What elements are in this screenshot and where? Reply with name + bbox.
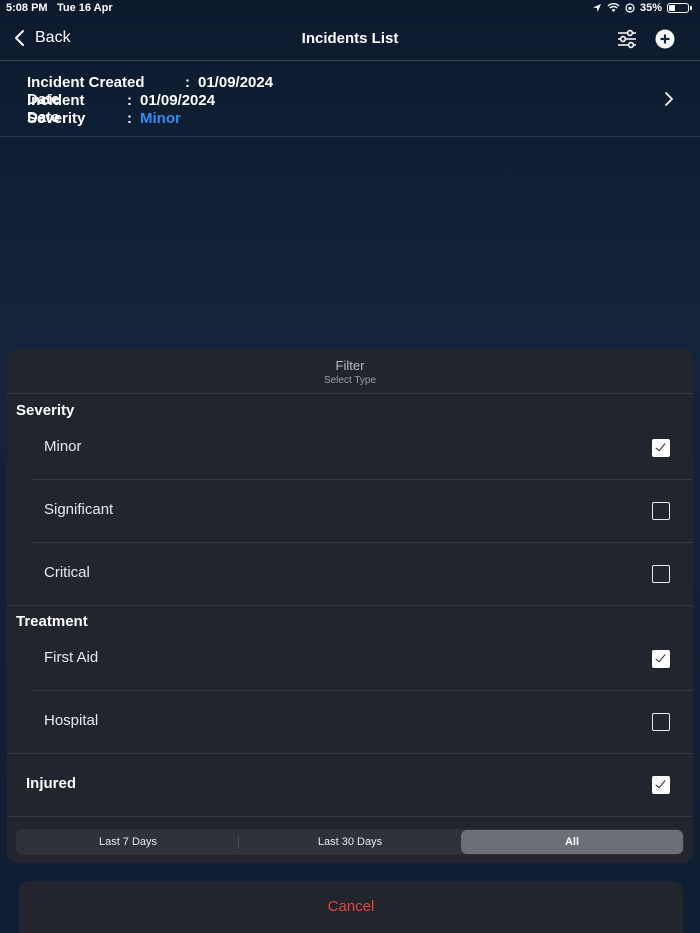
filter-option-hospital[interactable]: Hospital [7,691,693,754]
filter-option-significant[interactable]: Significant [32,480,693,543]
filter-option-first-aid[interactable]: First Aid [32,628,693,691]
battery-tip [690,6,692,10]
filter-option-minor[interactable]: Minor [32,417,693,480]
battery-icon [667,3,689,13]
segment-last-30-days[interactable]: Last 30 Days [239,830,461,854]
segment-last-7-days[interactable]: Last 7 Days [17,830,239,854]
hospital-checkbox[interactable] [652,713,670,731]
status-bar: 5:08 PM Tue 16 Apr 35% [0,0,700,18]
colon-separator: : [127,110,132,127]
option-label: First Aid [44,649,99,666]
option-label: Critical [44,564,90,581]
battery-level [669,5,675,11]
location-arrow-icon [592,4,601,12]
severity-label: Severity [27,110,86,127]
option-label: Minor [44,438,82,455]
status-date: Tue 16 Apr [57,2,113,14]
severity-value: Minor [140,110,181,127]
significant-checkbox[interactable] [652,502,670,520]
option-label: Significant [44,501,114,518]
filter-sheet-header: Filter Select Type [7,349,693,394]
minor-checkbox[interactable] [652,439,670,457]
incident-severity-line: Severity : Minor [27,110,181,127]
navigation-bar: Back Incidents List [0,18,700,61]
filter-option-critical[interactable]: Critical [7,543,693,606]
filter-title: Filter [335,358,365,373]
battery-percent: 35% [639,2,662,14]
wifi-icon [607,3,620,12]
filter-option-injured[interactable]: Injured [7,754,693,817]
filter-subtitle: Select Type [323,375,377,386]
status-time: 5:08 PM [6,2,48,14]
chevron-right-icon [665,92,673,106]
filter-sliders-icon[interactable] [616,28,638,50]
cancel-button[interactable]: Cancel [19,881,683,933]
orientation-lock-icon [625,3,635,13]
first-aid-checkbox[interactable] [652,650,670,668]
date-range-segmented-control: Last 7 Days Last 30 Days All [16,829,684,855]
critical-checkbox[interactable] [652,565,670,583]
injured-checkbox[interactable] [652,776,670,794]
page-title: Incidents List [301,30,399,47]
filter-sheet: Filter Select Type Severity Minor Signif… [7,349,693,863]
segment-all[interactable]: All [461,830,683,854]
injured-label: Injured [26,775,77,792]
add-circle-icon[interactable] [654,28,676,50]
incident-list-item[interactable]: Incident Created Date : 01/09/2024 Incid… [0,62,700,137]
option-label: Hospital [44,712,99,729]
status-indicators: 35% [592,2,692,14]
